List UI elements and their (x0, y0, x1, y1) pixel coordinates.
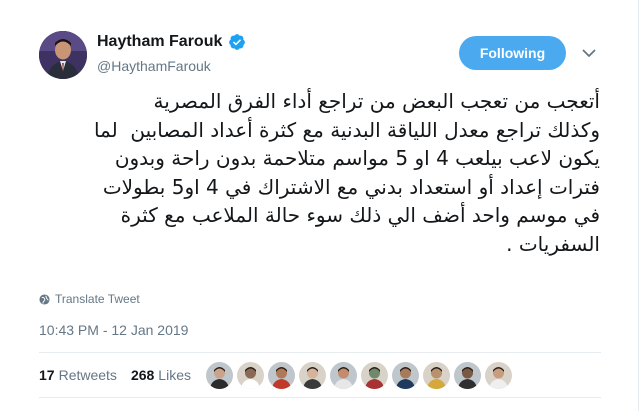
liker-avatar-image (237, 362, 264, 389)
tweet-card: Haytham Farouk @HaythamFarouk Following … (0, 0, 639, 411)
likes-label: Likes (158, 367, 191, 383)
liker-avatar[interactable] (423, 362, 450, 389)
liker-avatar[interactable] (454, 362, 481, 389)
tweet-text: أتعجب من تعجب البعض من تراجع أداء الفرق … (93, 89, 600, 256)
liker-avatar-image (361, 362, 388, 389)
liker-avatar[interactable] (299, 362, 326, 389)
liker-avatar-image (454, 362, 481, 389)
liker-avatar-image (268, 362, 295, 389)
divider (39, 352, 601, 353)
likes-count: 268 (130, 367, 155, 383)
tweet-timestamp[interactable]: 10:43 PM - 12 Jan 2019 (39, 322, 188, 338)
avatar-image (39, 31, 87, 79)
translate-tweet-label: Translate Tweet (55, 292, 140, 306)
translate-tweet-link[interactable]: Translate Tweet (39, 292, 140, 306)
liker-avatar[interactable] (206, 362, 233, 389)
following-button[interactable]: Following (459, 36, 566, 70)
liker-avatar[interactable] (485, 362, 512, 389)
liker-avatar-image (299, 362, 326, 389)
user-avatar[interactable] (39, 31, 87, 79)
likes-stat[interactable]: 268 Likes (131, 367, 191, 383)
liker-avatar[interactable] (392, 362, 419, 389)
display-name[interactable]: Haytham Farouk (97, 33, 222, 51)
verified-badge-icon (229, 34, 246, 50)
likers-avatars (206, 362, 512, 389)
liker-avatar-image (485, 362, 512, 389)
liker-avatar[interactable] (330, 362, 357, 389)
divider (39, 397, 601, 398)
retweets-label: Retweets (58, 367, 117, 383)
retweets-stat[interactable]: 17 Retweets (39, 367, 117, 383)
liker-avatar[interactable] (361, 362, 388, 389)
retweets-count: 17 (39, 367, 55, 383)
liker-avatar-image (330, 362, 357, 389)
name-row: Haytham Farouk (97, 33, 246, 51)
liker-avatar[interactable] (268, 362, 295, 389)
globe-icon (39, 293, 50, 305)
user-handle[interactable]: @HaythamFarouk (97, 58, 211, 74)
liker-avatar[interactable] (237, 362, 264, 389)
liker-avatar-image (206, 362, 233, 389)
liker-avatar-image (423, 362, 450, 389)
chevron-down-icon[interactable] (580, 44, 598, 62)
tweet-stats: 17 Retweets 268 Likes (39, 367, 205, 383)
liker-avatar-image (392, 362, 419, 389)
